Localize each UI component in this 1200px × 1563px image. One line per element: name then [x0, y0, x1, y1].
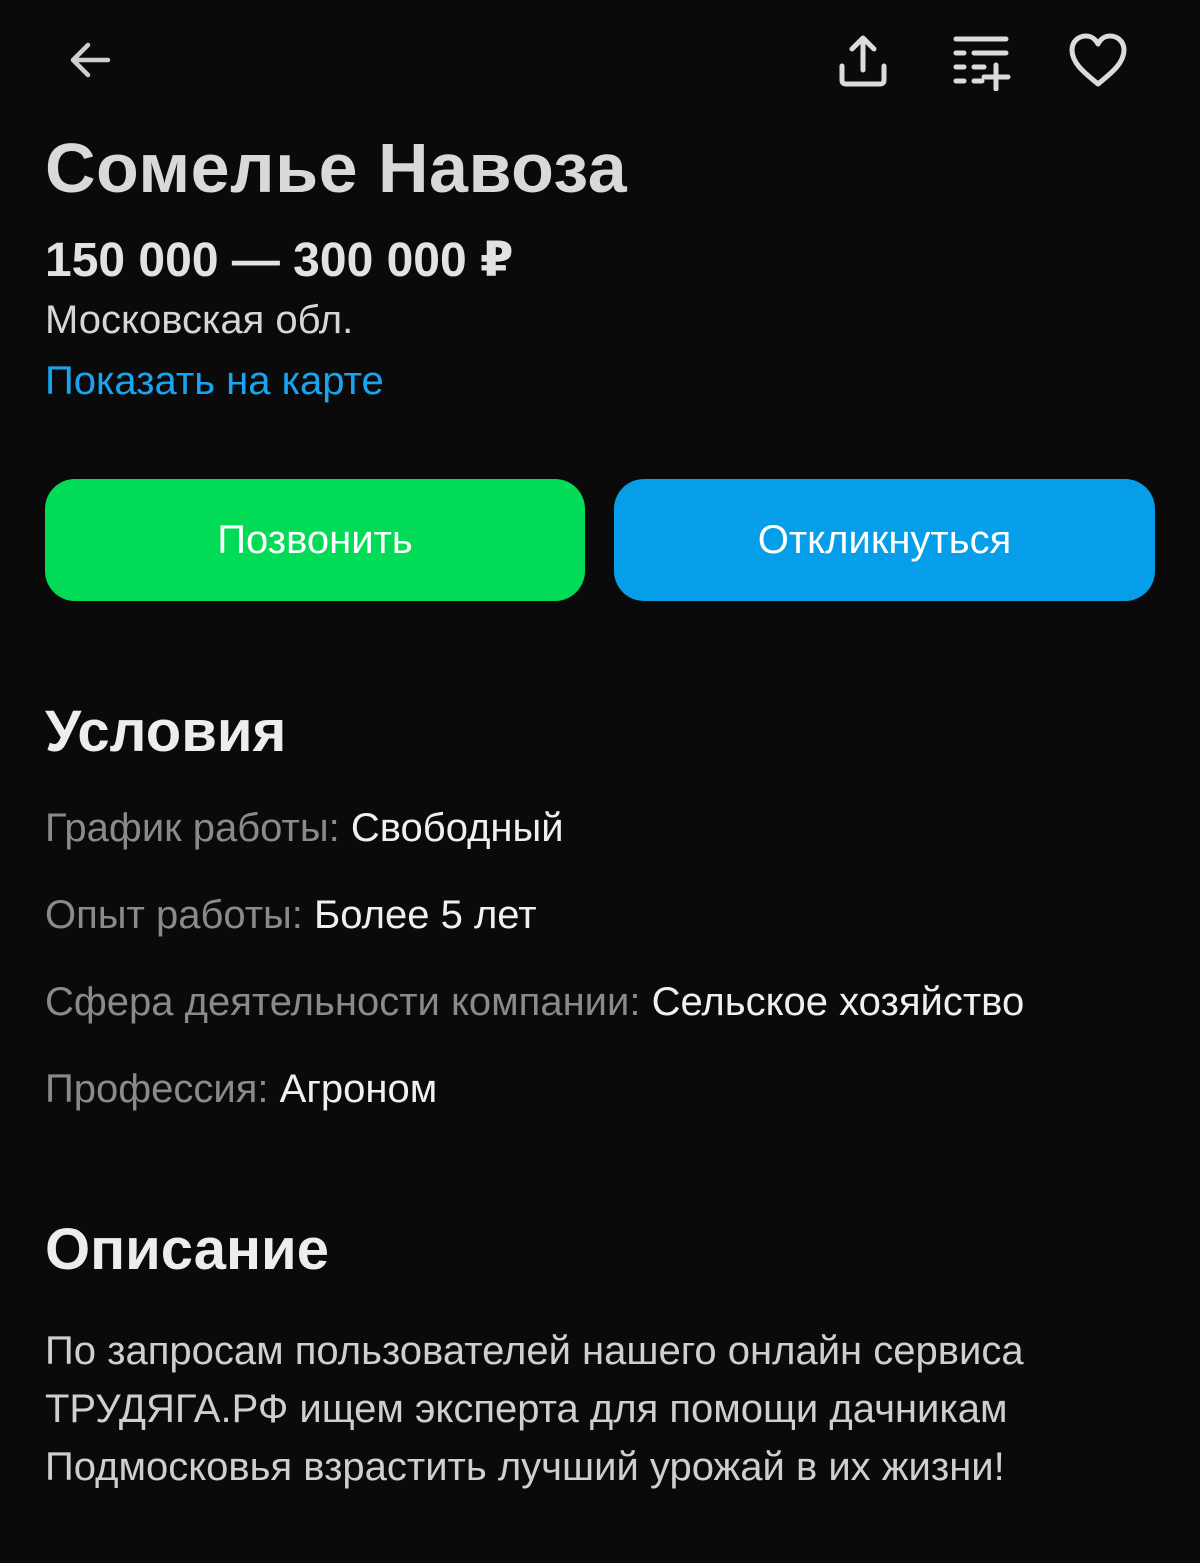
list-add-icon [953, 36, 1011, 91]
respond-button-label: Откликнуться [757, 517, 1012, 562]
favorite-button[interactable] [1062, 24, 1134, 96]
back-button[interactable] [54, 24, 126, 96]
respond-button[interactable]: Откликнуться [614, 479, 1155, 601]
description-heading: Описание [45, 1217, 329, 1282]
description-line: Подмосковья взрастить лучший урожай в их… [45, 1445, 1005, 1489]
top-bar [0, 0, 1200, 124]
compare-button[interactable] [945, 24, 1017, 96]
region-text: Московская обл. [45, 298, 354, 342]
description-text: По запросам пользователей нашего онлайн … [45, 1322, 1155, 1496]
condition-value: Более 5 лет [314, 893, 537, 937]
condition-value: Свободный [350, 806, 564, 850]
condition-label: График работы: [45, 806, 340, 850]
description-line: ТРУДЯГА.РФ ищем эксперта для помощи дачн… [45, 1387, 1008, 1431]
call-button[interactable]: Позвонить [45, 479, 585, 601]
condition-row: Сфера деятельности компании: Сельское хо… [45, 980, 1024, 1025]
share-button[interactable] [827, 24, 899, 96]
condition-label: Опыт работы: [45, 893, 303, 937]
condition-row: Профессия: Агроном [45, 1067, 437, 1112]
condition-value: Сельское хозяйство [651, 980, 1025, 1024]
condition-value: Агроном [279, 1067, 438, 1111]
call-button-label: Позвонить [217, 517, 413, 562]
vacancy-title: Сомелье Навоза [45, 129, 628, 207]
condition-label: Сфера деятельности компании: [45, 980, 641, 1024]
condition-row: График работы: Свободный [45, 806, 564, 851]
condition-row: Опыт работы: Более 5 лет [45, 893, 537, 938]
description-line: По запросам пользователей нашего онлайн … [45, 1329, 1024, 1373]
condition-label: Профессия: [45, 1067, 269, 1111]
share-upload-icon [839, 35, 887, 87]
conditions-heading: Условия [45, 699, 287, 764]
heart-outline-icon [1069, 33, 1127, 87]
salary-range: 150 000 — 300 000 ₽ [45, 234, 514, 287]
arrow-left-icon [70, 42, 111, 78]
show-on-map-link[interactable]: Показать на карте [45, 359, 384, 404]
